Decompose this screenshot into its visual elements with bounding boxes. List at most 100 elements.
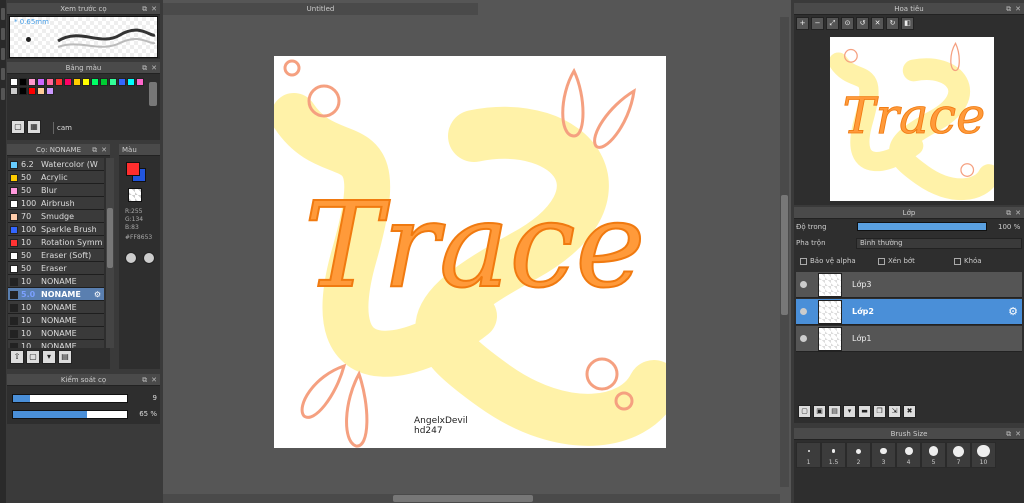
brush-size-cell[interactable]: 5: [921, 442, 946, 468]
gear-icon[interactable]: ⚙: [1008, 305, 1018, 318]
tab-untitled[interactable]: Untitled: [163, 3, 478, 15]
brush-list-scrollbar[interactable]: [106, 158, 114, 348]
close-icon[interactable]: ✕: [1015, 430, 1021, 438]
close-icon[interactable]: ✕: [151, 64, 157, 72]
foreground-color[interactable]: [126, 162, 140, 176]
popout-icon[interactable]: ⧉: [92, 146, 97, 154]
popout-icon[interactable]: ⧉: [1006, 5, 1011, 13]
brush-item[interactable]: 10 NONAME: [8, 340, 104, 348]
palette-swatch[interactable]: [19, 87, 27, 95]
brush-size-cell[interactable]: 10: [971, 442, 996, 468]
visibility-icon[interactable]: [800, 308, 807, 315]
brush-item[interactable]: 10 NONAME: [8, 275, 104, 288]
brush-size-cell[interactable]: 1.5: [821, 442, 846, 468]
brush-size-cell[interactable]: 2: [846, 442, 871, 468]
popout-icon[interactable]: ⧉: [1006, 209, 1011, 217]
palette-swatch[interactable]: [28, 78, 36, 86]
brush-item[interactable]: 50 Eraser: [8, 262, 104, 275]
zoom-in-icon[interactable]: +: [796, 17, 809, 30]
new-brush-icon[interactable]: ▢: [26, 350, 40, 364]
close-icon[interactable]: ✕: [1015, 5, 1021, 13]
add-layer-menu-icon[interactable]: ▾: [843, 405, 856, 418]
drawing-canvas[interactable]: Trace AngelxDevil hd247: [274, 56, 666, 448]
navigator-thumbnail[interactable]: Trace: [830, 37, 994, 201]
color-picker-icon[interactable]: [143, 252, 155, 264]
close-icon[interactable]: ✕: [151, 5, 157, 13]
brush-menu-icon[interactable]: ▾: [42, 350, 56, 364]
delete-layer-icon[interactable]: ✖: [903, 405, 916, 418]
actual-size-icon[interactable]: ⊙: [841, 17, 854, 30]
brush-size-cell[interactable]: 3: [871, 442, 896, 468]
lock-checkbox[interactable]: Khóa: [954, 257, 982, 265]
palette-swatch[interactable]: [109, 78, 117, 86]
duplicate-layer-icon[interactable]: ❐: [873, 405, 886, 418]
reset-rotation-icon[interactable]: ✕: [871, 17, 884, 30]
palette-swatch[interactable]: [37, 78, 45, 86]
gear-icon[interactable]: ⚙: [94, 288, 101, 300]
close-icon[interactable]: ✕: [151, 376, 157, 384]
brush-size-slider[interactable]: [12, 394, 128, 403]
brush-size-cell[interactable]: 1: [796, 442, 821, 468]
layer-row[interactable]: Lớp1: [796, 326, 1022, 352]
rotate-left-icon[interactable]: ↺: [856, 17, 869, 30]
layer-row[interactable]: Lớp2 ⚙: [796, 299, 1022, 325]
brush-opacity-slider[interactable]: [12, 410, 128, 419]
color-wheel-icon[interactable]: [125, 252, 137, 264]
palette-swatch[interactable]: [10, 78, 18, 86]
popout-icon[interactable]: ⧉: [142, 64, 147, 72]
palette-swatch[interactable]: [73, 78, 81, 86]
brush-item[interactable]: 6.2 Watercolor (W: [8, 158, 104, 171]
close-icon[interactable]: ✕: [1015, 209, 1021, 217]
brush-item[interactable]: 100 Sparkle Brush: [8, 223, 104, 236]
delete-swatch-icon[interactable]: ▦: [27, 120, 41, 134]
fit-icon[interactable]: ⤢: [826, 17, 839, 30]
visibility-icon[interactable]: [800, 335, 807, 342]
palette-swatch[interactable]: [91, 78, 99, 86]
palette-swatch[interactable]: [127, 78, 135, 86]
palette-swatch[interactable]: [28, 87, 36, 95]
new-layer-8bit-icon[interactable]: ▣: [813, 405, 826, 418]
layer-row[interactable]: Lớp3: [796, 272, 1022, 298]
new-layer-1bit-icon[interactable]: ▤: [828, 405, 841, 418]
palette-swatch[interactable]: [46, 87, 54, 95]
clipping-checkbox[interactable]: Xén bớt: [878, 257, 915, 265]
palette-swatch[interactable]: [118, 78, 126, 86]
new-swatch-button[interactable]: ▢: [11, 120, 25, 134]
layer-opacity-slider[interactable]: [857, 222, 987, 231]
alpha-protect-checkbox[interactable]: Bảo vệ alpha: [800, 257, 856, 265]
folder-icon[interactable]: ▬: [858, 405, 871, 418]
palette-swatch[interactable]: [100, 78, 108, 86]
visibility-icon[interactable]: [800, 281, 807, 288]
close-icon[interactable]: ✕: [101, 146, 107, 154]
palette-swatch[interactable]: [37, 87, 45, 95]
brush-item[interactable]: 50 Eraser (Soft): [8, 249, 104, 262]
brush-item[interactable]: 10 Rotation Symm: [8, 236, 104, 249]
brush-item[interactable]: 5.0 NONAME ⚙: [8, 288, 104, 301]
brush-item[interactable]: 70 Smudge: [8, 210, 104, 223]
blend-mode-select[interactable]: Bình thường: [856, 238, 1022, 249]
canvas-vertical-scrollbar[interactable]: [780, 17, 789, 487]
brush-item[interactable]: 10 NONAME: [8, 327, 104, 340]
palette-swatch[interactable]: [136, 78, 144, 86]
rotate-right-icon[interactable]: ↻: [886, 17, 899, 30]
brush-size-cell[interactable]: 7: [946, 442, 971, 468]
merge-layer-icon[interactable]: ⇲: [888, 405, 901, 418]
canvas-horizontal-scrollbar[interactable]: [163, 494, 780, 503]
flip-icon[interactable]: ◧: [901, 17, 914, 30]
brush-item[interactable]: 10 NONAME: [8, 301, 104, 314]
brush-item[interactable]: 100 Airbrush: [8, 197, 104, 210]
brush-settings-icon[interactable]: ▤: [58, 350, 72, 364]
palette-scrollbar[interactable]: [149, 82, 157, 106]
popout-icon[interactable]: ⧉: [1006, 430, 1011, 438]
brush-size-cell[interactable]: 4: [896, 442, 921, 468]
transparent-color[interactable]: [128, 188, 142, 202]
brush-item[interactable]: 50 Acrylic: [8, 171, 104, 184]
popout-icon[interactable]: ⧉: [142, 5, 147, 13]
palette-name[interactable]: cam: [53, 122, 153, 134]
brush-opacity-value[interactable]: 65 %: [131, 409, 157, 420]
brush-item[interactable]: 10 NONAME: [8, 314, 104, 327]
upload-brush-icon[interactable]: ⇧: [10, 350, 24, 364]
brush-size-value[interactable]: 9: [131, 393, 157, 404]
palette-swatch[interactable]: [55, 78, 63, 86]
palette-swatch[interactable]: [64, 78, 72, 86]
